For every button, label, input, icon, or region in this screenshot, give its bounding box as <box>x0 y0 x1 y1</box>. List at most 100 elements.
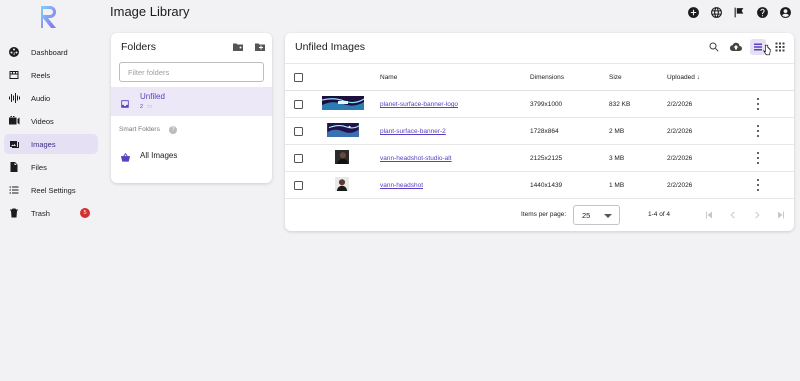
image-dimensions: 3799x1000 <box>530 101 563 108</box>
videos-icon <box>8 115 20 127</box>
images-panel: Unfiled Images Name Dimensions Size Uplo… <box>285 33 794 231</box>
image-uploaded: 2/2/2026 <box>667 155 693 162</box>
row-checkbox[interactable] <box>294 154 303 163</box>
image-uploaded: 2/2/2026 <box>667 128 693 135</box>
items-per-page-value: 25 <box>582 210 591 220</box>
sidebar: Dashboard Reels Audio Videos Images File… <box>0 42 104 226</box>
filter-folders-input[interactable] <box>119 62 264 82</box>
next-page-icon[interactable] <box>751 208 763 226</box>
smart-folder-all-images[interactable]: All Images <box>111 145 272 167</box>
sort-arrow-down-icon: ↓ <box>694 74 700 81</box>
row-checkbox[interactable] <box>294 181 303 190</box>
row-checkbox[interactable] <box>294 100 303 109</box>
header-actions <box>686 5 792 19</box>
image-size: 1 MB <box>609 182 625 189</box>
thumbnail-image[interactable] <box>334 177 350 191</box>
inbox-icon <box>120 96 130 114</box>
app-logo[interactable] <box>38 5 60 29</box>
last-page-icon[interactable] <box>775 208 787 226</box>
help-icon[interactable] <box>755 5 769 19</box>
dropdown-arrow-icon <box>604 214 612 218</box>
smart-folder-name: All Images <box>140 151 178 160</box>
table-row[interactable]: vann-headshot 1440x1439 1 MB 2/2/2026 <box>285 172 794 199</box>
column-uploaded[interactable]: Uploaded ↓ <box>667 74 700 81</box>
dashboard-icon <box>8 46 20 58</box>
pager-controls <box>703 208 787 226</box>
images-icon <box>8 138 20 150</box>
row-more-menu-icon[interactable] <box>754 98 762 110</box>
folder-name: Unfiled <box>140 92 165 101</box>
column-uploaded-label: Uploaded <box>667 74 695 81</box>
row-more-menu-icon[interactable] <box>754 152 762 164</box>
pagination: Items per page: 25 1-4 of 4 <box>285 201 794 229</box>
sidebar-item-reels[interactable]: Reels <box>4 65 98 85</box>
sidebar-item-label: Reel Settings <box>31 185 76 195</box>
image-size: 832 KB <box>609 101 631 108</box>
table-row[interactable]: planet-surface-banner-logo 3799x1000 832… <box>285 91 794 118</box>
row-checkbox[interactable] <box>294 127 303 136</box>
sidebar-item-audio[interactable]: Audio <box>4 88 98 108</box>
table-header: Name Dimensions Size Uploaded ↓ <box>285 63 794 91</box>
account-icon[interactable] <box>778 5 792 19</box>
sidebar-item-label: Trash <box>31 208 50 218</box>
image-size: 3 MB <box>609 155 625 162</box>
image-dimensions: 2125x2125 <box>530 155 563 162</box>
sidebar-item-videos[interactable]: Videos <box>4 111 98 131</box>
sidebar-item-images[interactable]: Images <box>4 134 98 154</box>
thumbnail-image[interactable] <box>326 123 360 137</box>
row-more-menu-icon[interactable] <box>754 125 762 137</box>
image-name-link[interactable]: vann-headshot-studio-alt <box>380 155 452 162</box>
sidebar-item-reel-settings[interactable]: Reel Settings <box>4 180 98 200</box>
grid-view-icon[interactable] <box>772 39 788 55</box>
image-name-link[interactable]: vann-headshot <box>380 182 423 189</box>
sidebar-item-files[interactable]: Files <box>4 157 98 177</box>
create-folder-icon[interactable] <box>254 40 266 58</box>
reel-settings-icon <box>8 184 20 196</box>
sidebar-item-dashboard[interactable]: Dashboard <box>4 42 98 62</box>
language-icon[interactable] <box>709 5 723 19</box>
table-row[interactable]: vann-headshot-studio-alt 2125x2125 3 MB … <box>285 145 794 172</box>
sidebar-item-label: Dashboard <box>31 47 68 57</box>
image-uploaded: 2/2/2026 <box>667 182 693 189</box>
sidebar-item-label: Reels <box>31 70 51 80</box>
folder-item-unfiled[interactable]: Unfiled 2 ▭ <box>111 87 272 116</box>
images-title: Unfiled Images <box>295 41 366 53</box>
basket-icon <box>120 150 131 168</box>
sidebar-item-trash[interactable]: Trash 5 <box>4 203 98 223</box>
image-dimensions: 1440x1439 <box>530 182 563 189</box>
select-all-checkbox[interactable] <box>294 73 303 82</box>
help-icon[interactable]: ? <box>169 126 177 134</box>
folder-count: 2 <box>140 104 144 110</box>
first-page-icon[interactable] <box>703 208 715 226</box>
page-range: 1-4 of 4 <box>648 211 671 218</box>
table-row[interactable]: plant-surface-banner-2 1728x864 2 MB 2/2… <box>285 118 794 145</box>
image-count-icon: ▭ <box>147 104 153 110</box>
image-dimensions: 1728x864 <box>530 128 559 135</box>
previous-page-icon[interactable] <box>727 208 739 226</box>
thumbnail-image[interactable] <box>322 96 364 110</box>
thumbnail-image[interactable] <box>334 150 350 164</box>
add-circle-icon[interactable] <box>686 5 700 19</box>
column-size[interactable]: Size <box>609 74 622 81</box>
reels-icon <box>8 69 20 81</box>
image-name-link[interactable]: plant-surface-banner-2 <box>380 128 446 135</box>
trash-count-badge: 5 <box>80 208 90 218</box>
folders-title: Folders <box>121 41 157 53</box>
image-name-link[interactable]: planet-surface-banner-logo <box>380 101 458 108</box>
row-more-menu-icon[interactable] <box>754 179 762 191</box>
sidebar-item-label: Audio <box>31 93 51 103</box>
announcement-icon[interactable] <box>732 5 746 19</box>
smart-folders-label: Smart Folders <box>119 126 160 133</box>
search-icon[interactable] <box>706 39 722 55</box>
upload-cloud-icon[interactable] <box>728 39 744 55</box>
new-folder-settings-icon[interactable] <box>232 40 244 58</box>
column-name[interactable]: Name <box>380 74 397 81</box>
column-dimensions[interactable]: Dimensions <box>530 74 564 81</box>
mouse-cursor-icon <box>763 44 771 56</box>
sidebar-item-label: Images <box>31 139 56 149</box>
audio-icon <box>8 92 20 104</box>
items-per-page-select[interactable]: 25 <box>573 205 620 225</box>
folders-panel: Folders Unfiled 2 ▭ Smart Folders ? All … <box>111 33 272 183</box>
image-uploaded: 2/2/2026 <box>667 101 693 108</box>
files-icon <box>8 161 20 173</box>
